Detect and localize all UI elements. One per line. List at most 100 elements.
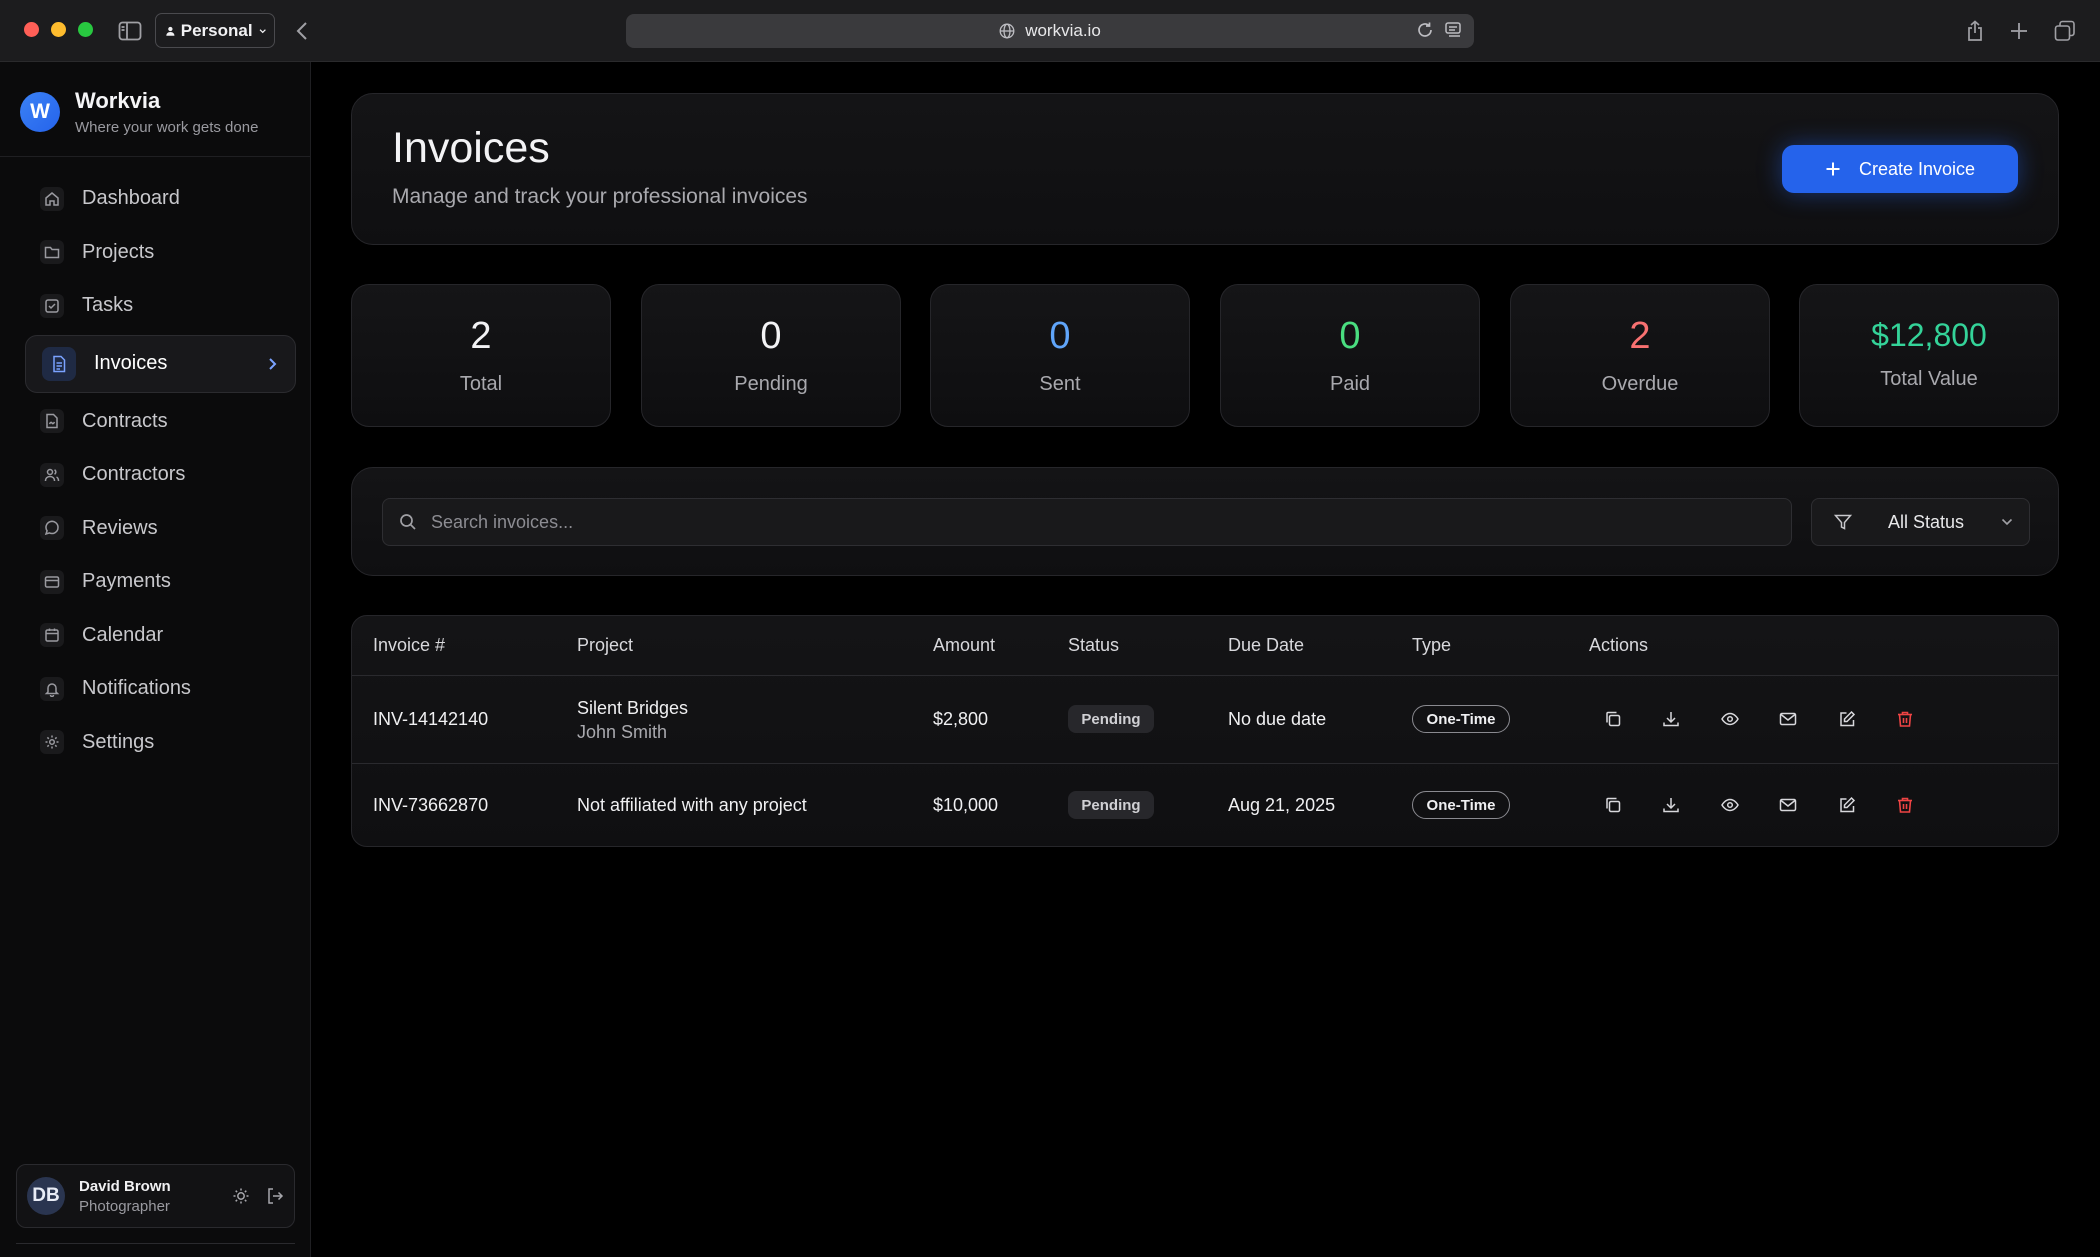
- stat-card-sent: 0 Sent: [930, 284, 1190, 427]
- sidebar-item-invoices[interactable]: Invoices: [25, 334, 296, 393]
- stat-label: Sent: [1039, 373, 1081, 395]
- sidebar-item-reviews[interactable]: Reviews: [26, 502, 296, 556]
- chevron-right-icon: [268, 357, 277, 371]
- brand-tagline: Where your work gets done: [75, 119, 259, 136]
- mail-icon[interactable]: [1777, 794, 1799, 816]
- page-subtitle: Manage and track your professional invoi…: [392, 185, 808, 208]
- avatar[interactable]: DB: [27, 1177, 65, 1215]
- project-name: Silent Bridges: [577, 698, 689, 718]
- sidebar-item-label: Contractors: [82, 463, 186, 486]
- trash-icon[interactable]: [1894, 794, 1916, 816]
- sidebar-item-label: Payments: [82, 570, 171, 593]
- stat-card-pending: 0 Pending: [641, 284, 901, 427]
- stat-card-total: 2 Total: [351, 284, 611, 427]
- sidebar-item-contracts[interactable]: Contracts: [26, 395, 296, 449]
- column-header[interactable]: Invoice #: [373, 616, 445, 675]
- home-icon: [40, 186, 64, 211]
- file-text-icon: [42, 346, 76, 381]
- stat-value: 0: [760, 315, 782, 357]
- filter-icon: [1834, 514, 1852, 530]
- divider: [352, 675, 2058, 676]
- search-input[interactable]: Search invoices...: [382, 498, 1792, 546]
- new-tab-icon[interactable]: [2006, 18, 2032, 44]
- download-icon[interactable]: [1660, 708, 1682, 730]
- share-icon[interactable]: [1962, 18, 1988, 44]
- file-signature-icon: [40, 409, 64, 434]
- user-name: David Brown: [79, 1177, 171, 1195]
- sidebar: W Workvia Where your work gets done Dash…: [0, 62, 311, 1257]
- url-text: workvia.io: [1025, 21, 1101, 40]
- invoice-number[interactable]: INV-14142140: [373, 709, 488, 730]
- column-header[interactable]: Due Date: [1228, 616, 1304, 675]
- sidebar-item-tasks[interactable]: Tasks: [26, 279, 296, 333]
- profile-switcher-button[interactable]: Personal: [155, 13, 275, 48]
- stat-label: Total Value: [1880, 368, 1978, 390]
- sidebar-item-label: Calendar: [82, 623, 164, 646]
- minimize-window-button[interactable]: [51, 22, 66, 37]
- sidebar-item-projects[interactable]: Projects: [26, 226, 296, 280]
- plus-icon: [1826, 162, 1840, 176]
- sidebar-item-label: Settings: [82, 730, 155, 753]
- search-placeholder: Search invoices...: [431, 511, 574, 532]
- stat-card-overdue: 2 Overdue: [1510, 284, 1770, 427]
- gear-icon: [40, 730, 64, 755]
- copy-icon[interactable]: [1602, 794, 1624, 816]
- create-invoice-button[interactable]: Create Invoice: [1782, 145, 2018, 193]
- tab-overview-icon[interactable]: [2052, 18, 2078, 44]
- stat-label: Pending: [734, 373, 808, 395]
- mail-icon[interactable]: [1777, 708, 1799, 730]
- invoice-amount: $2,800: [933, 709, 989, 729]
- type-badge: One-Time: [1412, 791, 1510, 819]
- download-icon[interactable]: [1660, 794, 1682, 816]
- brand-name: Workvia: [75, 88, 161, 113]
- edit-icon[interactable]: [1836, 794, 1858, 816]
- reload-icon[interactable]: [1416, 21, 1434, 39]
- sidebar-item-label: Projects: [82, 240, 155, 263]
- sidebar-item-contractors[interactable]: Contractors: [26, 448, 296, 502]
- status-badge: Pending: [1068, 705, 1154, 733]
- eye-icon[interactable]: [1719, 794, 1741, 816]
- back-icon[interactable]: [289, 18, 315, 44]
- reader-mode-icon[interactable]: [1444, 21, 1462, 39]
- sidebar-item-settings[interactable]: Settings: [26, 716, 296, 770]
- invoice-number[interactable]: INV-73662870: [373, 795, 488, 816]
- brand-logo: W: [20, 92, 60, 132]
- column-header[interactable]: Project: [577, 616, 633, 675]
- project-name: Not affiliated with any project: [577, 795, 807, 815]
- column-header[interactable]: Status: [1068, 616, 1119, 675]
- close-window-button[interactable]: [24, 22, 39, 37]
- stat-card-total-value: $12,800 Total Value: [1799, 284, 2059, 427]
- sidebar-item-notifications[interactable]: Notifications: [26, 662, 296, 716]
- column-header[interactable]: Amount: [933, 616, 995, 675]
- zoom-window-button[interactable]: [78, 22, 93, 37]
- edit-icon[interactable]: [1836, 708, 1858, 730]
- sidebar-item-payments[interactable]: Payments: [26, 555, 296, 609]
- divider: [352, 763, 2058, 764]
- theme-toggle-icon[interactable]: [232, 1187, 250, 1205]
- person-icon: [166, 26, 175, 36]
- due-date: No due date: [1228, 709, 1327, 729]
- column-header[interactable]: Type: [1412, 616, 1451, 675]
- sidebar-toggle-icon[interactable]: [117, 18, 143, 44]
- eye-icon[interactable]: [1719, 708, 1741, 730]
- profile-label: Personal: [180, 20, 253, 40]
- status-filter-select[interactable]: All Status: [1811, 498, 2030, 546]
- sidebar-item-dashboard[interactable]: Dashboard: [26, 172, 296, 226]
- folder-icon: [40, 240, 64, 265]
- browser-toolbar: Personal workvia.io: [0, 0, 2100, 62]
- stat-card-paid: 0 Paid: [1220, 284, 1480, 427]
- filter-bar: Search invoices... All Status: [351, 467, 2059, 576]
- bell-icon: [40, 676, 64, 701]
- client-name: John Smith: [577, 722, 668, 742]
- sidebar-item-calendar[interactable]: Calendar: [26, 609, 296, 663]
- address-bar[interactable]: workvia.io: [626, 14, 1474, 48]
- logout-icon[interactable]: [266, 1187, 284, 1205]
- sidebar-item-label: Notifications: [82, 677, 191, 700]
- column-header: Actions: [1589, 635, 1649, 655]
- sidebar-item-label: Tasks: [82, 294, 134, 317]
- copy-icon[interactable]: [1602, 708, 1624, 730]
- trash-icon[interactable]: [1894, 708, 1916, 730]
- page-header: Invoices Manage and track your professio…: [351, 93, 2059, 245]
- user-role: Photographer: [79, 1197, 170, 1215]
- brand[interactable]: W Workvia Where your work gets done: [20, 88, 258, 136]
